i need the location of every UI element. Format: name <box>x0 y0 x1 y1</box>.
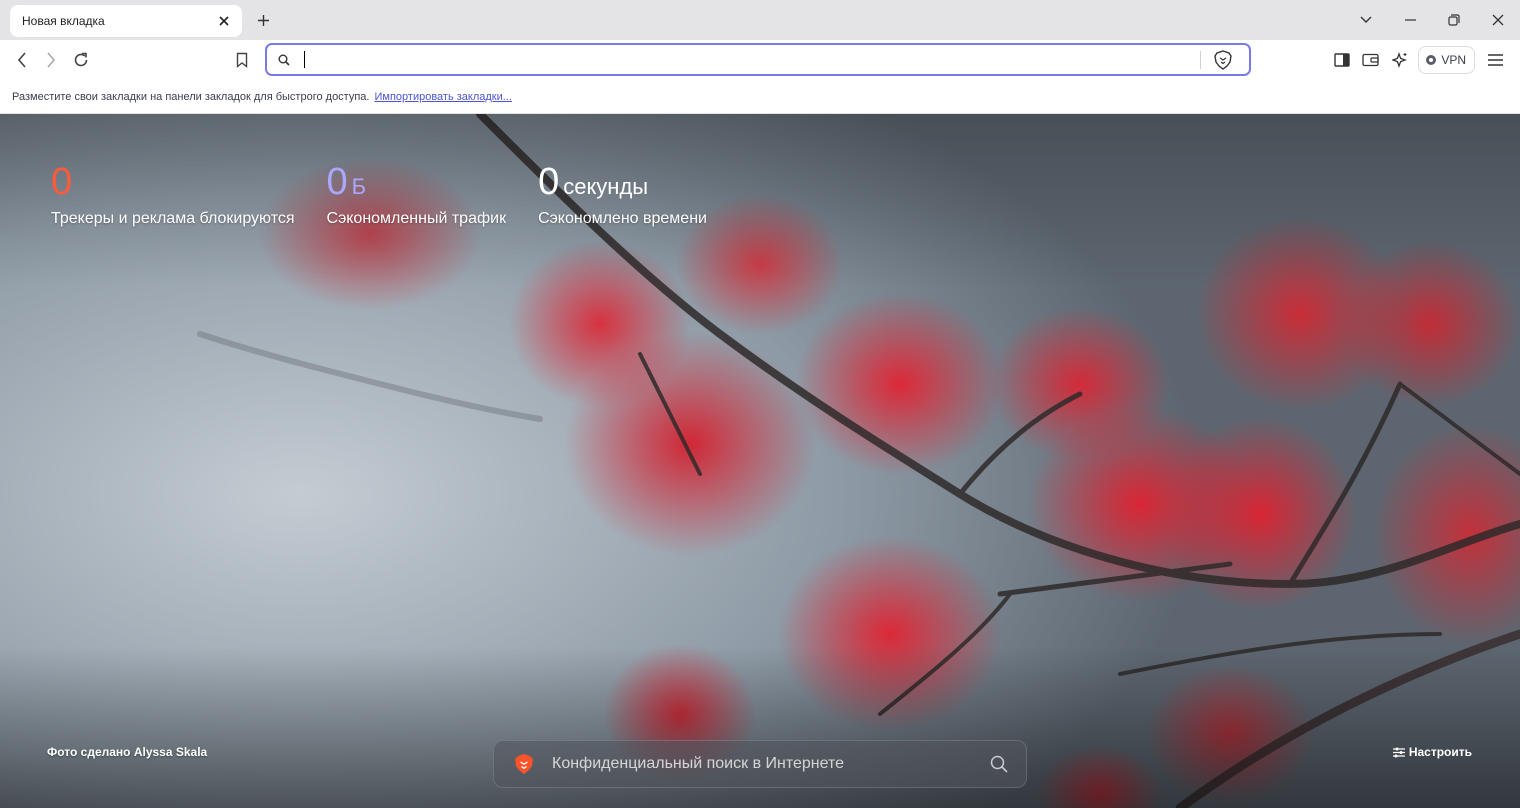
minimize-button[interactable] <box>1388 0 1432 40</box>
new-tab-button[interactable] <box>253 10 273 30</box>
vpn-label: VPN <box>1441 53 1466 67</box>
bookmark-icon <box>236 52 248 68</box>
divider <box>1200 50 1201 69</box>
forward-button[interactable] <box>41 50 61 70</box>
forward-arrow-icon <box>47 52 56 68</box>
back-arrow-icon <box>17 52 26 68</box>
sliders-icon <box>1392 747 1405 757</box>
stat-time-value: 0 <box>538 161 560 203</box>
window-controls <box>1344 0 1520 40</box>
reload-button[interactable] <box>71 50 91 70</box>
vpn-button[interactable]: VPN <box>1418 46 1475 74</box>
stat-time-unit: секунды <box>563 174 649 199</box>
stat-trackers: 0 Трекеры и реклама блокируются <box>51 160 295 228</box>
stat-trackers-value: 0 <box>51 161 73 203</box>
vpn-status-icon <box>1426 55 1437 65</box>
tab-new-tab[interactable]: Новая вкладка <box>10 5 242 37</box>
ntp-search-box[interactable]: Конфиденциальный поиск в Интернете <box>493 740 1027 788</box>
address-bar[interactable] <box>265 43 1251 76</box>
search-icon <box>269 54 299 66</box>
window-close-button[interactable] <box>1476 0 1520 40</box>
customize-label: Настроить <box>1408 745 1472 759</box>
brave-stats: 0 Трекеры и реклама блокируются 0Б Сэкон… <box>51 160 707 228</box>
ntp-search-placeholder: Конфиденциальный поиск в Интернете <box>552 755 845 772</box>
brave-shields-button[interactable] <box>1209 46 1237 74</box>
brave-logo-icon <box>515 754 533 774</box>
hamburger-menu-icon <box>1488 54 1503 66</box>
photo-credit[interactable]: Фото сделано Alyssa Skala <box>47 745 207 759</box>
bookmarks-bar-message: Разместите свои закладки на панели закла… <box>12 90 370 103</box>
wallet-button[interactable] <box>1356 45 1385 75</box>
chevron-down-icon <box>1360 16 1372 23</box>
leo-ai-button[interactable] <box>1385 45 1414 75</box>
stat-bandwidth: 0Б Сэкономленный трафик <box>327 160 507 228</box>
sidebar-icon <box>1334 53 1350 67</box>
stat-bandwidth-value: 0 <box>326 161 348 203</box>
tab-title: Новая вкладка <box>22 14 105 28</box>
reload-icon <box>74 52 88 67</box>
toolbar: VPN <box>0 40 1520 80</box>
tab-search-button[interactable] <box>1344 0 1388 40</box>
stat-time: 0 секунды Сэкономлено времени <box>538 160 707 228</box>
stat-trackers-label: Трекеры и реклама блокируются <box>51 210 295 227</box>
brave-lion-icon <box>1214 49 1232 70</box>
sidebar-button[interactable] <box>1327 45 1356 75</box>
toolbar-actions: VPN <box>1327 45 1510 75</box>
sparkle-icon <box>1391 52 1407 68</box>
import-bookmarks-link[interactable]: Импортировать закладки... <box>374 91 511 103</box>
main-menu-button[interactable] <box>1481 45 1510 75</box>
new-tab-page: 0 Трекеры и реклама блокируются 0Б Сэкон… <box>0 114 1520 808</box>
close-icon[interactable] <box>216 13 232 29</box>
bookmarks-bar: Разместите свои закладки на панели закла… <box>0 80 1520 114</box>
stat-bandwidth-label: Сэкономленный трафик <box>326 210 507 227</box>
search-icon[interactable] <box>990 755 1008 773</box>
stat-bandwidth-unit: Б <box>351 174 367 199</box>
address-input[interactable] <box>299 45 1200 74</box>
bookmark-button[interactable] <box>232 50 252 70</box>
restore-button[interactable] <box>1432 0 1476 40</box>
customize-button[interactable]: Настроить <box>1392 745 1472 759</box>
wallet-icon <box>1362 53 1379 67</box>
back-button[interactable] <box>12 50 32 70</box>
stat-time-label: Сэкономлено времени <box>538 210 707 227</box>
text-caret <box>304 51 305 68</box>
tab-strip: Новая вкладка <box>0 0 1520 40</box>
